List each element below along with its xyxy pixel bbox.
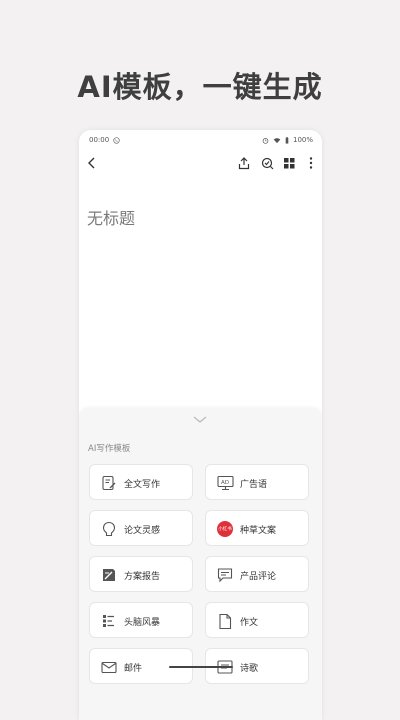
chevron-down-icon[interactable] [192, 415, 208, 425]
battery-icon [285, 136, 289, 144]
template-card-proposal-report[interactable]: 方案报告 [89, 556, 193, 592]
edit-doc-icon [100, 474, 118, 492]
template-label: 全文写作 [124, 480, 161, 490]
mail-icon [100, 658, 118, 676]
ai-check-icon[interactable] [260, 156, 274, 170]
home-indicator[interactable] [169, 666, 233, 668]
template-label: 头脑风暴 [124, 618, 161, 628]
template-card-slogan[interactable]: AD 广告语 [205, 464, 309, 500]
editor-toolbar [79, 152, 322, 174]
template-label: 邮件 [124, 664, 143, 674]
grid-icon[interactable] [282, 156, 296, 170]
comment-icon [216, 566, 234, 584]
headline: AI模板，一键生成 [77, 70, 323, 104]
xiaohongshu-icon: 小红书 [216, 520, 234, 538]
template-card-promo-copy[interactable]: 小红书 种草文案 [205, 510, 309, 546]
phone-screen: 00:00 100% 无标题 AI写作模板 全文写作 AD 广告语 论文灵感 小… [79, 130, 322, 720]
template-label: 种草文案 [240, 526, 277, 536]
status-time: 00:00 [89, 136, 110, 144]
report-icon [100, 566, 118, 584]
xiaohongshu-badge: 小红书 [217, 521, 233, 537]
file-icon [216, 612, 234, 630]
wifi-icon [273, 137, 281, 143]
template-card-brainstorm[interactable]: 头脑风暴 [89, 602, 193, 638]
template-label: 方案报告 [124, 572, 161, 582]
template-label: 作文 [240, 618, 259, 628]
status-battery: 100% [292, 136, 313, 144]
template-card-product-review[interactable]: 产品评论 [205, 556, 309, 592]
share-icon[interactable] [237, 156, 251, 170]
panel-title: AI写作模板 [88, 444, 131, 454]
alarm-icon [262, 137, 269, 144]
brainstorm-icon [100, 612, 118, 630]
document-title[interactable]: 无标题 [87, 205, 135, 229]
template-label: 广告语 [240, 480, 268, 490]
template-label: 诗歌 [240, 664, 259, 674]
template-label: 产品评论 [240, 572, 277, 582]
whatsapp-icon [113, 136, 120, 144]
template-card-full-writing[interactable]: 全文写作 [89, 464, 193, 500]
back-icon[interactable] [85, 156, 99, 170]
ai-template-panel: AI写作模板 全文写作 AD 广告语 论文灵感 小红书 种草文案 方案报告 产品… [79, 408, 322, 720]
svg-text:AD: AD [221, 480, 229, 486]
template-card-paper-ideas[interactable]: 论文灵感 [89, 510, 193, 546]
template-card-essay[interactable]: 作文 [205, 602, 309, 638]
template-label: 论文灵感 [124, 526, 161, 536]
more-icon[interactable] [304, 156, 318, 170]
ad-icon: AD [216, 474, 234, 492]
status-bar: 00:00 100% [79, 130, 322, 150]
bulb-icon [100, 520, 118, 538]
